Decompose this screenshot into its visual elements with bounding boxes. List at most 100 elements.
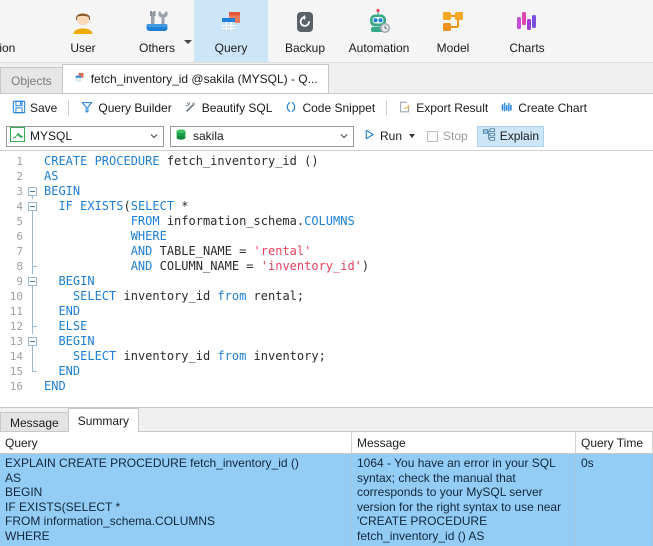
results-tab-summary[interactable]: Summary xyxy=(67,408,140,432)
code-line: CREATE PROCEDURE fetch_inventory_id () xyxy=(44,154,319,168)
charts-icon xyxy=(512,5,542,39)
code-line: END xyxy=(44,379,66,393)
table-row[interactable]: EXPLAIN CREATE PROCEDURE fetch_inventory… xyxy=(0,454,653,546)
fold-marker[interactable] xyxy=(26,334,40,349)
fold-marker xyxy=(26,214,40,229)
ribbon-toolbar: x) tion User xyxy=(0,0,653,63)
column-header-message[interactable]: Message xyxy=(352,432,576,453)
export-result-button[interactable]: Export Result xyxy=(392,97,494,119)
tab-query-document[interactable]: fetch_inventory_id @sakila (MYSQL) - Q..… xyxy=(61,64,329,93)
database-cylinder-icon xyxy=(174,128,188,145)
code-line: AND COLUMN_NAME = 'inventory_id') xyxy=(130,259,370,273)
connection-toolbar: MYSQL sakila Run Stop Explain xyxy=(0,122,653,151)
line-number: 12 xyxy=(9,320,23,333)
cell-query-time[interactable]: 0s xyxy=(576,454,653,546)
ribbon-item-clipped[interactable]: x) tion xyxy=(0,0,46,62)
ribbon-item-model[interactable]: Model xyxy=(416,0,490,62)
fold-marker[interactable] xyxy=(26,274,40,289)
beautify-sql-label: Beautify SQL xyxy=(201,101,273,115)
line-number: 15 xyxy=(9,365,23,378)
ribbon-item-label: tion xyxy=(0,41,16,55)
parentheses-icon xyxy=(284,100,298,117)
explain-button[interactable]: Explain xyxy=(476,125,545,147)
save-button[interactable]: Save xyxy=(6,97,63,119)
query-icon xyxy=(73,71,86,87)
beautify-sql-button[interactable]: Beautify SQL xyxy=(178,97,279,119)
ribbon-item-label: Model xyxy=(436,41,470,55)
cell-message[interactable]: 1064 - You have an error in your SQL syn… xyxy=(352,454,576,546)
query-builder-label: Query Builder xyxy=(98,101,172,115)
chevron-down-icon[interactable] xyxy=(338,131,350,141)
code-line: END xyxy=(44,364,81,378)
code-line: FROM information_schema.COLUMNS xyxy=(130,214,355,228)
run-button[interactable]: Run xyxy=(360,125,418,147)
ribbon-item-automation[interactable]: Automation xyxy=(342,0,416,62)
toolbar-separator xyxy=(68,100,70,116)
chevron-down-icon[interactable] xyxy=(148,131,160,141)
column-header-query-time[interactable]: Query Time xyxy=(576,432,653,453)
user-icon xyxy=(68,5,98,39)
code-line: ELSE xyxy=(44,319,88,333)
query-builder-button[interactable]: Query Builder xyxy=(74,97,177,119)
code-snippet-button[interactable]: Code Snippet xyxy=(278,97,381,119)
cell-query[interactable]: EXPLAIN CREATE PROCEDURE fetch_inventory… xyxy=(0,454,352,546)
code-line: AS xyxy=(44,169,59,183)
results-panel: Message Summary Query Message Query Time … xyxy=(0,407,653,546)
fold-marker[interactable] xyxy=(26,184,40,199)
fold-marker xyxy=(26,229,40,244)
document-tab-bar: Objects fetch_inventory_id @sakila (MYSQ… xyxy=(0,63,653,94)
fold-marker xyxy=(26,154,40,169)
model-nodes-icon xyxy=(438,5,468,39)
results-grid[interactable]: Query Message Query Time EXPLAIN CREATE … xyxy=(0,432,653,546)
code-fold-gutter[interactable] xyxy=(26,151,40,407)
automation-robot-icon xyxy=(364,5,394,39)
database-select[interactable]: sakila xyxy=(170,125,354,147)
partial-clipped-icon: x) xyxy=(0,5,18,39)
line-number: 13 xyxy=(9,335,23,348)
fold-marker xyxy=(26,379,40,394)
code-line: SELECT inventory_id from inventory; xyxy=(72,349,326,363)
line-number: 6 xyxy=(16,230,23,243)
line-number: 8 xyxy=(16,260,23,273)
query-toolbar: Save Query Builder Beautify SQL Code Sni… xyxy=(0,94,653,122)
fold-marker xyxy=(26,364,40,379)
chevron-down-icon[interactable] xyxy=(409,134,416,138)
create-chart-button[interactable]: Create Chart xyxy=(494,97,593,119)
line-number: 7 xyxy=(16,245,23,258)
play-triangle-icon xyxy=(363,128,376,144)
explain-plan-icon xyxy=(482,128,496,145)
ribbon-item-label: Others xyxy=(138,41,175,55)
ribbon-item-user[interactable]: User xyxy=(46,0,120,62)
code-line: WHERE xyxy=(130,229,167,243)
sql-code-content[interactable]: CREATE PROCEDURE fetch_inventory_id () AS… xyxy=(40,151,653,407)
ribbon-item-label: Automation xyxy=(348,41,410,55)
ribbon-item-backup[interactable]: Backup xyxy=(268,0,342,62)
connection-select[interactable]: MYSQL xyxy=(6,125,164,147)
line-number: 11 xyxy=(9,305,23,318)
code-line: END xyxy=(44,304,81,318)
fold-marker[interactable] xyxy=(26,199,40,214)
line-number: 16 xyxy=(9,380,23,393)
explain-label: Explain xyxy=(499,129,540,143)
ribbon-item-query[interactable]: Query xyxy=(194,0,268,62)
ribbon-item-charts[interactable]: Charts xyxy=(490,0,564,62)
tab-label: fetch_inventory_id @sakila (MYSQL) - Q..… xyxy=(90,72,318,86)
toolbar-separator xyxy=(386,100,388,116)
export-icon xyxy=(398,100,412,117)
results-tab-message[interactable]: Message xyxy=(0,412,69,432)
code-line: SELECT inventory_id from rental; xyxy=(72,289,305,303)
code-line: IF EXISTS(SELECT * xyxy=(44,199,189,213)
sql-editor[interactable]: 1 2 3 4 5 6 7 8 9 10 11 12 13 14 15 16 CREATE PROCEDURE… xyxy=(0,151,653,407)
mysql-dolphin-icon xyxy=(10,127,25,145)
results-grid-header: Query Message Query Time xyxy=(0,432,653,454)
line-number: 5 xyxy=(16,215,23,228)
ribbon-item-others[interactable]: Others xyxy=(120,0,194,62)
fold-marker xyxy=(26,304,40,319)
line-number: 2 xyxy=(16,170,23,183)
chevron-down-icon[interactable] xyxy=(184,40,192,44)
column-header-query[interactable]: Query xyxy=(0,432,352,453)
tab-objects[interactable]: Objects xyxy=(0,67,63,93)
line-number: 14 xyxy=(9,350,23,363)
save-label: Save xyxy=(30,101,58,115)
fold-marker xyxy=(26,349,40,364)
